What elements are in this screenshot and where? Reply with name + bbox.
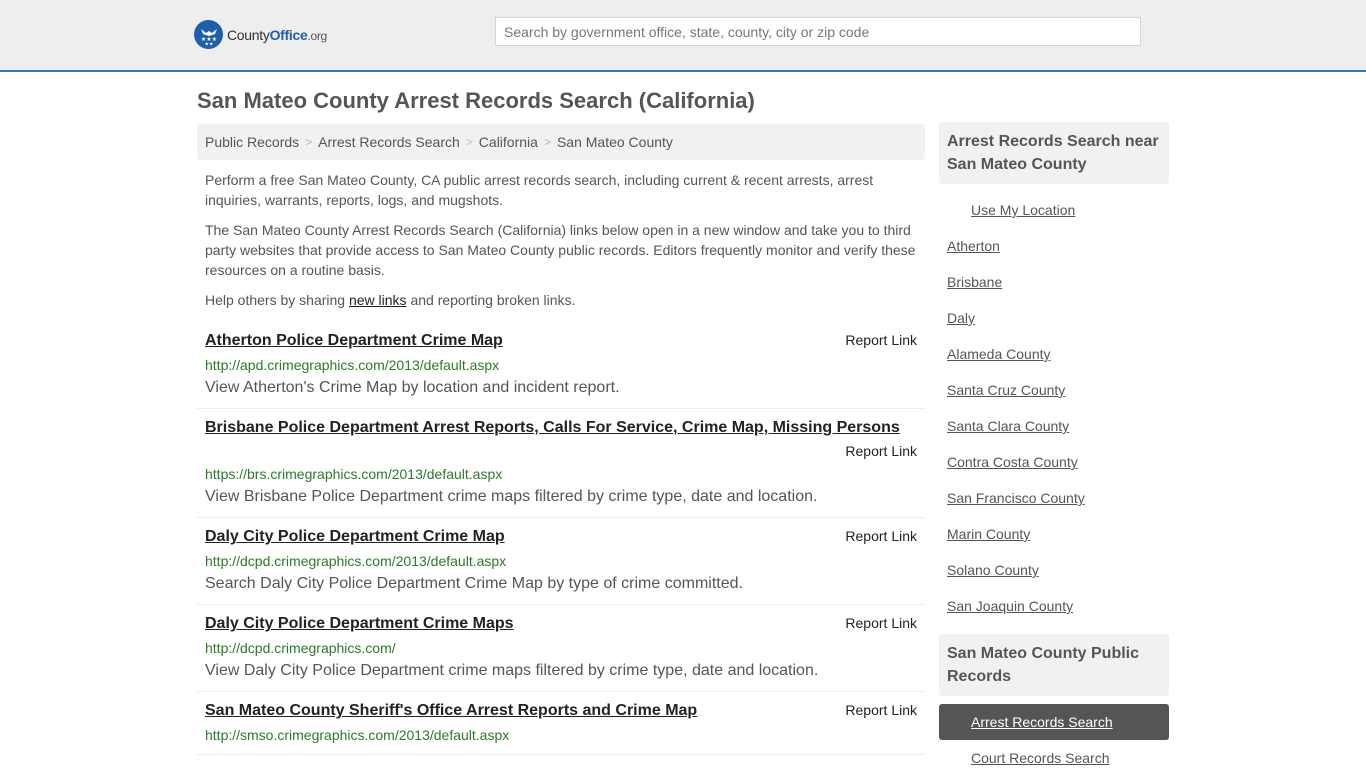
- listing-item: Brisbane Police Department Arrest Report…: [197, 409, 925, 518]
- listing-description: View Atherton's Crime Map by location an…: [205, 379, 620, 396]
- listing-item: San Mateo County Sheriff's Office Arrest…: [197, 692, 925, 755]
- page-title: San Mateo County Arrest Records Search (…: [197, 88, 755, 113]
- sidebar: Arrest Records Search near San Mateo Cou…: [939, 122, 1169, 776]
- report-link-button[interactable]: Report Link: [845, 443, 917, 459]
- nearby-link-santa-cruz-county[interactable]: Santa Cruz County: [947, 382, 1065, 398]
- listing-item: Atherton Police Department Crime Map Rep…: [197, 322, 925, 409]
- breadcrumb: Public Records > Arrest Records Search >…: [197, 124, 925, 160]
- report-link-button[interactable]: Report Link: [845, 702, 917, 718]
- public-records-heading: San Mateo County Public Records: [939, 634, 1169, 696]
- breadcrumb-separator: >: [305, 135, 313, 149]
- logo-wordmark: CountyOffice.org: [227, 26, 327, 43]
- nearby-link-marin-county[interactable]: Marin County: [947, 526, 1030, 542]
- nearby-link-alameda-county[interactable]: Alameda County: [947, 346, 1051, 362]
- intro-text: Perform a free San Mateo County, CA publ…: [197, 170, 925, 310]
- listing-description: View Daly City Police Department crime m…: [205, 662, 819, 679]
- report-link-button[interactable]: Report Link: [845, 528, 917, 544]
- nearby-link-contra-costa-county[interactable]: Contra Costa County: [947, 454, 1078, 470]
- listing-item: Daly City Police Department Crime Maps R…: [197, 605, 925, 692]
- breadcrumb-public-records[interactable]: Public Records: [205, 134, 299, 150]
- nearby-link-atherton[interactable]: Atherton: [947, 238, 1000, 254]
- court-records-search-link[interactable]: Court Records Search: [971, 750, 1110, 766]
- report-link-button[interactable]: Report Link: [845, 332, 917, 348]
- arrest-records-search-link[interactable]: Arrest Records Search: [971, 714, 1113, 730]
- nearby-link-santa-clara-county[interactable]: Santa Clara County: [947, 418, 1069, 434]
- listing-title-link[interactable]: Daly City Police Department Crime Map: [205, 528, 505, 546]
- nearby-link-daly[interactable]: Daly: [947, 310, 975, 326]
- nearby-list: Use My Location Atherton Brisbane Daly A…: [939, 192, 1169, 624]
- breadcrumb-separator: >: [465, 135, 473, 149]
- listing-url: https://brs.crimegraphics.com/2013/defau…: [205, 466, 503, 482]
- nearby-link-brisbane[interactable]: Brisbane: [947, 274, 1002, 290]
- intro-paragraph-3: Help others by sharing new links and rep…: [205, 292, 576, 308]
- listing-url: http://dcpd.crimegraphics.com/: [205, 640, 396, 656]
- listing-title-link[interactable]: Brisbane Police Department Arrest Report…: [205, 419, 900, 436]
- breadcrumb-san-mateo-county[interactable]: San Mateo County: [557, 134, 673, 150]
- breadcrumb-california[interactable]: California: [479, 134, 538, 150]
- breadcrumb-arrest-records-search[interactable]: Arrest Records Search: [318, 134, 460, 150]
- nearby-link-solano-county[interactable]: Solano County: [947, 562, 1039, 578]
- listing-description: View Brisbane Police Department crime ma…: [205, 488, 818, 505]
- svg-text:★★: ★★: [204, 41, 213, 46]
- nearby-link-san-joaquin-county[interactable]: San Joaquin County: [947, 598, 1073, 614]
- listing-url: http://smso.crimegraphics.com/2013/defau…: [205, 727, 510, 743]
- site-logo[interactable]: ★★★ ★★ CountyOffice.org: [194, 20, 327, 49]
- nearby-heading: Arrest Records Search near San Mateo Cou…: [939, 122, 1169, 184]
- new-links-link[interactable]: new links: [349, 292, 407, 308]
- listing-title-link[interactable]: Atherton Police Department Crime Map: [205, 332, 503, 350]
- listing-item: Daly City Police Department Crime Map Re…: [197, 518, 925, 605]
- breadcrumb-separator: >: [543, 135, 551, 149]
- listing-title-link[interactable]: San Mateo County Sheriff's Office Arrest…: [205, 702, 697, 720]
- public-records-list: Arrest Records Search Court Records Sear…: [939, 704, 1169, 776]
- records-item-active[interactable]: Arrest Records Search: [939, 704, 1169, 740]
- listing-url: http://dcpd.crimegraphics.com/2013/defau…: [205, 553, 507, 569]
- site-header: ★★★ ★★ CountyOffice.org: [0, 0, 1366, 72]
- listing-description: Search Daly City Police Department Crime…: [205, 575, 743, 592]
- logo-eagle-icon: ★★★ ★★: [194, 20, 223, 49]
- listings: Atherton Police Department Crime Map Rep…: [197, 322, 925, 755]
- intro-paragraph-2: The San Mateo County Arrest Records Sear…: [205, 222, 916, 278]
- nearby-link-san-francisco-county[interactable]: San Francisco County: [947, 490, 1085, 506]
- search-input[interactable]: [495, 17, 1141, 46]
- report-link-button[interactable]: Report Link: [845, 615, 917, 631]
- listing-url: http://apd.crimegraphics.com/2013/defaul…: [205, 357, 500, 373]
- use-my-location-link[interactable]: Use My Location: [971, 202, 1075, 218]
- main-content: Public Records > Arrest Records Search >…: [197, 124, 925, 755]
- intro-paragraph-1: Perform a free San Mateo County, CA publ…: [205, 172, 874, 208]
- listing-title-link[interactable]: Daly City Police Department Crime Maps: [205, 615, 514, 633]
